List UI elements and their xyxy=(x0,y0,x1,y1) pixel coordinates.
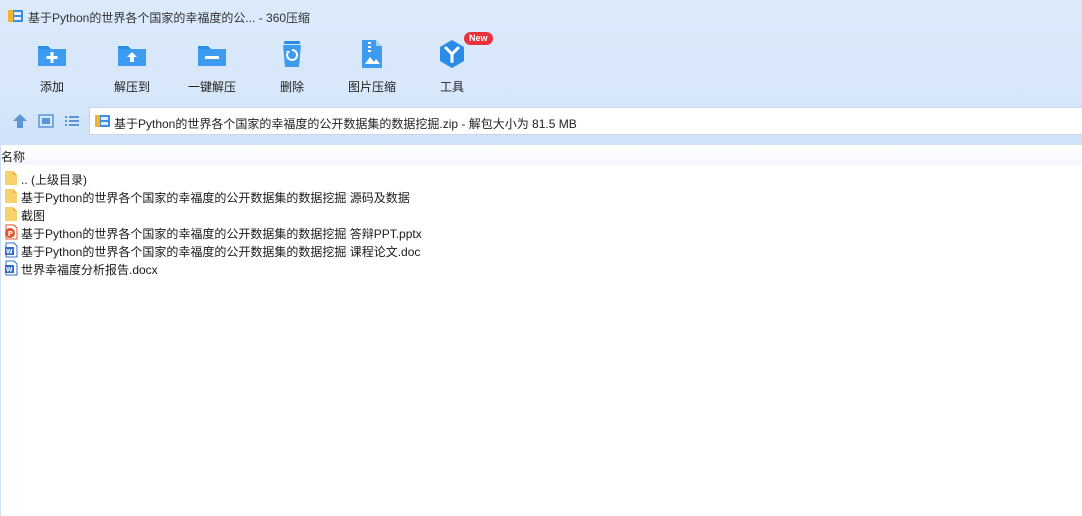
zip-archive-icon xyxy=(95,115,110,127)
title-bar: 基于Python的世界各个国家的幸福度的公... - 360压缩 xyxy=(0,0,1082,32)
svg-text:W: W xyxy=(6,267,13,274)
app-window: 基于Python的世界各个国家的幸福度的公... - 360压缩 添加 解压到 xyxy=(0,0,1082,516)
folder-icon xyxy=(5,189,17,203)
svg-text:P: P xyxy=(8,230,13,238)
column-name-label: 名称 xyxy=(1,150,26,164)
list-item-doc[interactable]: W 基于Python的世界各个国家的幸福度的公开数据集的数据挖掘 课程论文.do… xyxy=(0,241,700,259)
tools-icon xyxy=(440,40,464,68)
one-click-extract-icon xyxy=(198,46,226,66)
extract-to-label: 解压到 xyxy=(113,80,150,94)
list-view-icon[interactable] xyxy=(63,112,81,130)
list-item-folder[interactable]: 基于Python的世界各个国家的幸福度的公开数据集的数据挖掘 源码及数据 xyxy=(0,187,700,205)
list-item-pptx[interactable]: P 基于Python的世界各个国家的幸福度的公开数据集的数据挖掘 答辩PPT.p… xyxy=(0,223,700,241)
delete-button[interactable]: 删除 xyxy=(252,34,332,98)
file-name: 世界幸福度分析报告.docx xyxy=(21,263,158,277)
file-name: .. (上级目录) xyxy=(21,173,87,187)
folder-icon xyxy=(5,207,17,221)
file-list-panel: 名称 .. (上级目录) 基于Python的世界各个国家的幸福度的公开数据集的数… xyxy=(0,145,1082,516)
word-file-icon: W xyxy=(5,242,18,258)
one-click-extract-button[interactable]: 一键解压 xyxy=(172,34,252,98)
word-file-icon: W xyxy=(5,260,18,276)
left-border xyxy=(0,145,1,516)
add-button[interactable]: 添加 xyxy=(12,34,92,98)
file-name: 截图 xyxy=(21,209,46,223)
tools-label: 工具 xyxy=(439,80,464,94)
powerpoint-file-icon: P xyxy=(5,224,18,240)
zip-archive-icon xyxy=(8,10,23,22)
trash-icon xyxy=(283,41,301,67)
image-compress-label: 图片压缩 xyxy=(347,80,396,94)
address-bar[interactable]: 基于Python的世界各个国家的幸福度的公开数据集的数据挖掘.zip - 解包大… xyxy=(89,107,1082,135)
image-compress-icon xyxy=(362,40,382,68)
list-item-folder[interactable]: 截图 xyxy=(0,205,700,223)
new-badge: New xyxy=(464,32,493,45)
list-item-parent-directory[interactable]: .. (上级目录) xyxy=(0,169,700,187)
list-item-docx[interactable]: W 世界幸福度分析报告.docx xyxy=(0,259,700,277)
image-compress-button[interactable]: 图片压缩 xyxy=(332,34,412,98)
add-folder-icon xyxy=(38,46,66,66)
address-path: 基于Python的世界各个国家的幸福度的公开数据集的数据挖掘.zip - 解包大… xyxy=(114,117,577,131)
folder-icon xyxy=(5,171,17,185)
one-click-extract-label: 一键解压 xyxy=(187,80,236,94)
column-header-name[interactable]: 名称 xyxy=(0,145,1082,165)
tools-button[interactable]: New 工具 xyxy=(412,32,493,98)
file-name: 基于Python的世界各个国家的幸福度的公开数据集的数据挖掘 课程论文.doc xyxy=(21,245,421,259)
file-name: 基于Python的世界各个国家的幸福度的公开数据集的数据挖掘 答辩PPT.ppt… xyxy=(21,227,422,241)
file-name: 基于Python的世界各个国家的幸福度的公开数据集的数据挖掘 源码及数据 xyxy=(21,191,410,205)
up-arrow-icon[interactable] xyxy=(11,112,29,130)
delete-label: 删除 xyxy=(279,80,304,94)
add-label: 添加 xyxy=(39,80,64,94)
window-title: 基于Python的世界各个国家的幸福度的公... - 360压缩 xyxy=(28,11,311,25)
toolbar: 添加 解压到 一键解压 删除 图片压缩 New 工具 xyxy=(0,32,560,98)
svg-text:W: W xyxy=(6,249,13,256)
thumbnail-view-icon[interactable] xyxy=(37,112,55,130)
extract-to-button[interactable]: 解压到 xyxy=(92,34,172,98)
extract-to-icon xyxy=(118,46,146,66)
